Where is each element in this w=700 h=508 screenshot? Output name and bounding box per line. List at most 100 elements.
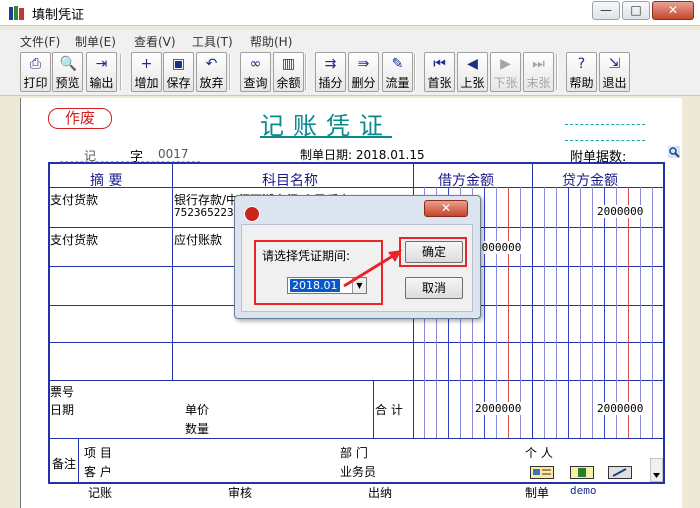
toolbar-button-11[interactable]: ⏮ 首张 (424, 52, 455, 92)
help-icon: ? (577, 56, 586, 72)
quantity-label: 数量 (185, 422, 210, 436)
row2-debit[interactable]: 2000000 (475, 241, 522, 254)
preview-icon: 🔍 (59, 56, 77, 72)
toolbar-button-5[interactable]: ↶ 放弃 (196, 52, 227, 92)
toolbar-button-12[interactable]: ◀ 上张 (457, 52, 488, 92)
toolbar-button-0[interactable]: ⎙ 打印 (20, 52, 51, 92)
toolbar-button-16[interactable]: ⇲ 退出 (599, 52, 630, 92)
close-window-button[interactable]: ✕ (652, 1, 694, 20)
toolbar-button-15[interactable]: ? 帮助 (566, 52, 597, 92)
toolbar-label: 保存 (166, 76, 191, 90)
maker-label: 制单 (525, 486, 550, 500)
minimize-button[interactable]: — (592, 1, 620, 20)
total-debit: 2000000 (475, 402, 522, 415)
signature-row: 记账 审核 出纳 制单 demo (0, 484, 682, 500)
toolbar-separator (229, 54, 231, 90)
row1-credit[interactable]: 2000000 (597, 205, 644, 218)
toolbar-button-4[interactable]: ▣ 保存 (163, 52, 194, 92)
toolbar-button-14: ⏭ 末张 (523, 52, 554, 92)
table-rule (48, 380, 665, 381)
search-icon[interactable] (668, 146, 680, 158)
toolbar-label: 打印 (23, 76, 48, 90)
ok-button[interactable]: 确定 (405, 241, 463, 263)
toolbar-label: 删分 (351, 76, 376, 90)
toolbar-separator (120, 54, 122, 90)
last-record-icon: ⏭ (532, 56, 545, 72)
menu-view[interactable]: 查看(V) (134, 33, 176, 50)
salesman-label: 业务员 (340, 465, 377, 479)
cancel-button[interactable]: 取消 (405, 277, 463, 299)
binoculars-icon: ∞ (249, 56, 262, 72)
toolbar-button-2[interactable]: ⇥ 输出 (86, 52, 117, 92)
insert-row-icon: ⇉ (324, 56, 337, 72)
id-card-icon[interactable] (570, 466, 594, 479)
toolbar-label: 上张 (460, 76, 485, 90)
ticket-no-label: 票号 (50, 385, 75, 399)
toolbar-separator (556, 54, 558, 90)
card-icon[interactable] (530, 466, 554, 479)
row1-account-sub: 7523652230 (174, 206, 241, 219)
date-value: 2018.01.15 (355, 148, 425, 162)
toolbar-label: 帮助 (569, 76, 594, 90)
toolbar-label: 预览 (55, 76, 80, 90)
toolbar-label: 输出 (89, 76, 114, 90)
header-summary: 摘 要 (90, 173, 123, 189)
pen-card-icon[interactable] (608, 466, 632, 479)
toolbar-button-9[interactable]: ⇛ 删分 (348, 52, 379, 92)
title-bar: 填制凭证 — □ ✕ (0, 0, 700, 26)
app-books-icon (9, 6, 24, 20)
title-dashes (565, 124, 645, 125)
table-rule (48, 438, 665, 439)
row2-account[interactable]: 应付账款 (174, 231, 222, 248)
toolbar-label: 插分 (318, 76, 343, 90)
table-rule (172, 162, 173, 380)
bookkeeper-label: 记账 (88, 486, 113, 500)
menu-file[interactable]: 文件(F) (20, 33, 60, 50)
menu-bar: 文件(F) 制单(E) 查看(V) 工具(T) 帮助(H) (0, 30, 700, 50)
voucher-number[interactable]: 0017 (158, 147, 189, 161)
toolbar: ⎙ 打印 🔍 预览 ⇥ 输出 + 增加 ▣ 保存 ↶ 放弃 ∞ 查询 ▥ 余额 ⇉ 插分 ⇛ 删分 ✎ 流量 ⏮ 首张 ◀ 上张 ▶… (0, 50, 700, 96)
scroll-down-arrow[interactable] (650, 458, 663, 482)
menu-help[interactable]: 帮助(H) (250, 33, 292, 50)
exit-icon: ⇲ (608, 56, 621, 72)
toolbar-label: 放弃 (199, 76, 224, 90)
first-record-icon: ⏮ (433, 56, 446, 72)
table-rule (48, 342, 665, 343)
toolbar-button-7[interactable]: ▥ 余额 (273, 52, 304, 92)
next-record-icon: ▶ (500, 56, 511, 72)
table-rule (78, 438, 79, 484)
date-field[interactable]: 制单日期: 2018.01.15 (300, 146, 425, 163)
toolbar-button-10[interactable]: ✎ 流量 (382, 52, 413, 92)
toolbar-button-8[interactable]: ⇉ 插分 (315, 52, 346, 92)
void-badge: 作废 (48, 108, 112, 129)
menu-voucher[interactable]: 制单(E) (75, 33, 116, 50)
toolbar-button-6[interactable]: ∞ 查询 (240, 52, 271, 92)
row1-summary[interactable]: 支付货款 (50, 191, 98, 208)
toolbar-separator (414, 54, 416, 90)
pencil-icon: ✎ (391, 56, 404, 72)
total-credit: 2000000 (597, 402, 644, 415)
table-rule (532, 162, 533, 438)
dialog-close-button[interactable]: ✕ (424, 200, 468, 217)
menu-tools[interactable]: 工具(T) (192, 33, 233, 50)
unit-price-label: 单价 (185, 403, 210, 417)
maximize-button[interactable]: □ (622, 1, 650, 20)
undo-icon: ↶ (205, 56, 218, 72)
window-edge (682, 98, 700, 508)
header-credit: 贷方金额 (562, 173, 618, 189)
header-account: 科目名称 (262, 173, 318, 189)
project-label: 项 目 (84, 446, 112, 460)
row2-summary[interactable]: 支付货款 (50, 231, 98, 248)
toolbar-label: 流量 (385, 76, 410, 90)
toolbar-button-1[interactable]: 🔍 预览 (52, 52, 83, 92)
toolbar-label: 首张 (427, 76, 452, 90)
toolbar-label: 增加 (134, 76, 159, 90)
total-label: 合 计 (375, 403, 403, 417)
toolbar-button-3[interactable]: + 增加 (131, 52, 162, 92)
toolbar-separator (305, 54, 307, 90)
date-label: 制单日期: (300, 148, 353, 162)
note-label: 备注 (52, 457, 77, 471)
department-label: 部 门 (340, 446, 368, 460)
ticket-date-label: 日期 (50, 403, 75, 417)
window-title: 填制凭证 (32, 8, 85, 23)
